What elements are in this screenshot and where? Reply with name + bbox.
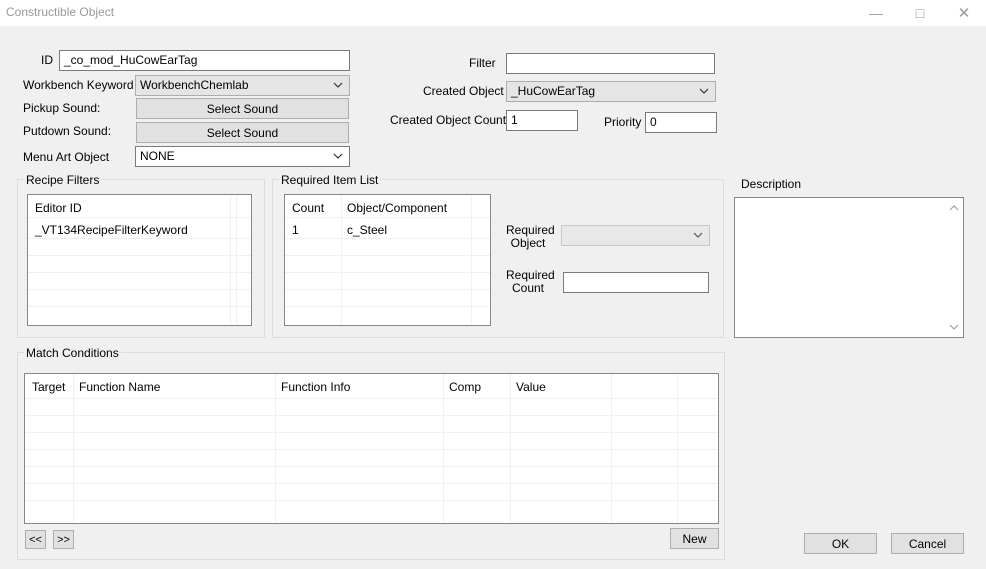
- required-item-list-title: Required Item List: [279, 173, 381, 187]
- match-header-value[interactable]: Value: [516, 380, 546, 394]
- workbench-keyword-value: WorkbenchChemlab: [140, 78, 249, 92]
- recipe-filters-header-editor-id[interactable]: Editor ID: [35, 201, 82, 215]
- created-object-label: Created Object: [423, 84, 504, 98]
- prev-button[interactable]: <<: [25, 530, 46, 549]
- chevron-down-icon: [693, 232, 703, 238]
- close-button[interactable]: ✕: [942, 0, 986, 26]
- ok-button[interactable]: OK: [804, 533, 877, 554]
- maximize-button[interactable]: □: [898, 0, 942, 26]
- required-items-header-object[interactable]: Object/Component: [347, 201, 447, 215]
- match-header-comp[interactable]: Comp: [449, 380, 481, 394]
- pickup-select-sound-button[interactable]: Select Sound: [136, 98, 349, 119]
- filter-input[interactable]: [506, 53, 715, 74]
- putdown-sound-label: Putdown Sound:: [23, 124, 112, 138]
- required-object-label: Required Object: [506, 223, 555, 250]
- created-object-count-label: Created Object Count: [390, 113, 507, 127]
- chevron-down-icon: [333, 82, 343, 88]
- required-count-label: Required Count: [506, 268, 555, 295]
- pickup-sound-label: Pickup Sound:: [23, 101, 101, 115]
- workbench-keyword-label: Workbench Keyword: [23, 78, 134, 92]
- filter-label: Filter: [469, 56, 496, 70]
- window-title: Constructible Object: [6, 5, 115, 19]
- created-object-count-input[interactable]: 1: [506, 110, 578, 131]
- scroll-down-icon[interactable]: [948, 321, 960, 333]
- created-object-value: _HuCowEarTag: [511, 84, 596, 98]
- required-count-input[interactable]: [563, 272, 709, 293]
- workbench-keyword-select[interactable]: WorkbenchChemlab: [135, 75, 350, 96]
- menu-art-object-label: Menu Art Object: [23, 150, 110, 164]
- cancel-button[interactable]: Cancel: [891, 533, 964, 554]
- next-button[interactable]: >>: [53, 530, 74, 549]
- menu-art-object-select[interactable]: NONE: [135, 146, 350, 167]
- title-bar: [0, 0, 986, 26]
- match-conditions-title: Match Conditions: [24, 346, 121, 360]
- required-items-header-count[interactable]: Count: [292, 201, 324, 215]
- table-row-object[interactable]: c_Steel: [347, 223, 387, 237]
- chevron-down-icon: [699, 88, 709, 94]
- chevron-down-icon: [333, 153, 343, 159]
- description-label: Description: [741, 177, 802, 191]
- priority-label: Priority: [604, 115, 642, 129]
- match-header-function-name[interactable]: Function Name: [79, 380, 160, 394]
- match-conditions-table[interactable]: Target Function Name Function Info Comp …: [24, 373, 719, 524]
- required-item-list[interactable]: Count Object/Component 1 c_Steel: [284, 194, 491, 326]
- match-header-target[interactable]: Target: [32, 380, 65, 394]
- minimize-button[interactable]: —: [854, 0, 898, 26]
- recipe-filters-list[interactable]: Editor ID _VT134RecipeFilterKeyword: [27, 194, 252, 326]
- id-input[interactable]: _co_mod_HuCowEarTag: [59, 50, 350, 71]
- minimize-icon: —: [869, 5, 883, 21]
- priority-input[interactable]: 0: [645, 112, 717, 133]
- id-label: ID: [41, 53, 53, 67]
- table-row-count[interactable]: 1: [292, 223, 299, 237]
- description-textarea[interactable]: [734, 197, 964, 338]
- maximize-icon: □: [915, 5, 925, 21]
- close-icon: ✕: [957, 5, 971, 22]
- list-item[interactable]: _VT134RecipeFilterKeyword: [35, 223, 188, 237]
- new-condition-button[interactable]: New: [670, 528, 719, 549]
- putdown-select-sound-button[interactable]: Select Sound: [136, 122, 349, 143]
- match-header-function-info[interactable]: Function Info: [281, 380, 350, 394]
- recipe-filters-title: Recipe Filters: [24, 173, 102, 187]
- required-object-select[interactable]: [561, 225, 710, 246]
- created-object-select[interactable]: _HuCowEarTag: [506, 81, 716, 102]
- scroll-up-icon[interactable]: [948, 202, 960, 214]
- menu-art-object-value: NONE: [140, 149, 175, 163]
